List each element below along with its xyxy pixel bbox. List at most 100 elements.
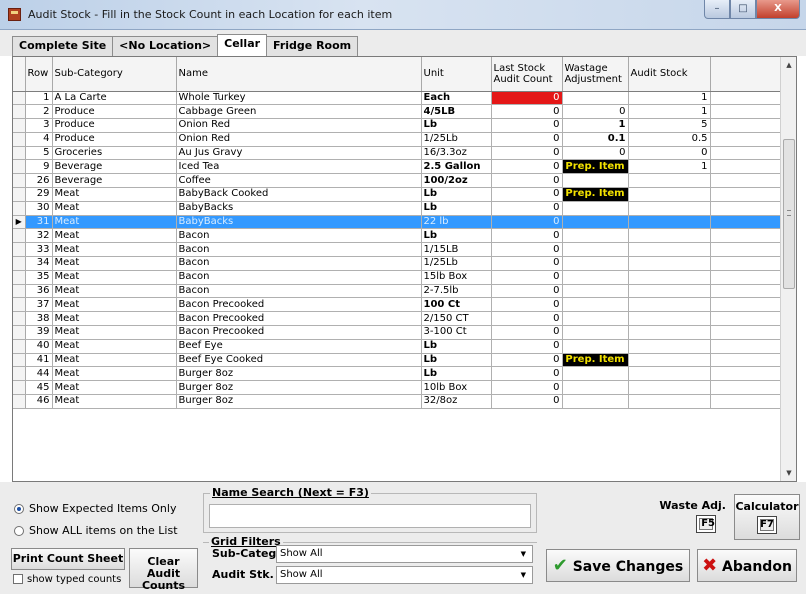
table-row[interactable]: 37 Meat Bacon Precooked 100 Ct 0: [13, 297, 781, 313]
cell-audit-stock[interactable]: [628, 242, 711, 258]
subcateg-select[interactable]: Show All ▼: [276, 545, 533, 563]
row-indicator[interactable]: [13, 394, 26, 409]
show-typed-counts-option[interactable]: show typed counts: [13, 574, 121, 585]
tab-fridge-room[interactable]: Fridge Room: [266, 36, 359, 56]
cell-audit-stock[interactable]: [628, 187, 711, 202]
row-indicator[interactable]: [13, 201, 26, 216]
table-row[interactable]: 36 Meat Bacon 2-7.5lb 0: [13, 284, 781, 299]
table-row[interactable]: 35 Meat Bacon 15lb Box 0: [13, 270, 781, 285]
cell-audit-stock[interactable]: [628, 270, 711, 285]
show-all-radio[interactable]: [14, 525, 24, 536]
cell-wastage[interactable]: [562, 256, 629, 271]
cell-wastage[interactable]: [562, 201, 629, 216]
row-indicator[interactable]: [13, 173, 26, 189]
print-count-sheet-button[interactable]: Print Count Sheet: [11, 548, 125, 570]
tab-complete-site[interactable]: Complete Site: [12, 36, 114, 56]
table-row[interactable]: 40 Meat Beef Eye Lb 0: [13, 339, 781, 354]
cell-wastage[interactable]: [562, 270, 629, 285]
cell-audit-stock[interactable]: 1: [628, 104, 711, 120]
column-header-last-stock[interactable]: Last Stock Audit Count: [491, 57, 563, 92]
cell-audit-stock[interactable]: [628, 173, 711, 189]
save-changes-button[interactable]: ✔ Save Changes: [546, 549, 690, 582]
table-row[interactable]: 29 Meat BabyBack Cooked Lb 0 Prep. Item: [13, 187, 781, 202]
cell-audit-stock[interactable]: [628, 394, 711, 409]
row-indicator[interactable]: ▶: [13, 215, 26, 230]
table-row[interactable]: 4 Produce Onion Red 1/25Lb 0 0.1 0.5: [13, 132, 781, 147]
cell-audit-stock[interactable]: [628, 366, 711, 382]
cell-audit-stock[interactable]: [628, 325, 711, 340]
row-indicator[interactable]: [13, 242, 26, 258]
cell-wastage[interactable]: [562, 284, 629, 299]
cell-wastage[interactable]: [562, 394, 629, 409]
cell-wastage[interactable]: [562, 311, 629, 327]
column-header-unit[interactable]: Unit: [421, 57, 492, 92]
column-header-subcategory[interactable]: Sub-Category: [52, 57, 177, 92]
cell-wastage[interactable]: 0: [562, 104, 629, 120]
row-indicator[interactable]: [13, 228, 26, 244]
stock-grid[interactable]: Row Sub-Category Name Unit Last Stock Au…: [12, 56, 797, 482]
scroll-thumb[interactable]: [783, 139, 795, 289]
cell-audit-stock[interactable]: 5: [628, 118, 711, 133]
calculator-button[interactable]: Calculator F7: [734, 494, 800, 540]
cell-wastage[interactable]: [562, 366, 629, 382]
row-indicator[interactable]: [13, 270, 26, 285]
close-button[interactable]: X: [756, 0, 800, 19]
minimize-button[interactable]: –: [704, 0, 730, 19]
cell-audit-stock[interactable]: [628, 339, 711, 354]
cell-wastage[interactable]: 0.1: [562, 132, 629, 147]
show-expected-radio[interactable]: [14, 503, 24, 514]
cell-wastage[interactable]: [562, 215, 629, 230]
cell-audit-stock[interactable]: [628, 353, 711, 368]
cell-audit-stock[interactable]: [628, 297, 711, 313]
row-indicator[interactable]: [13, 339, 26, 354]
clear-audit-counts-button[interactable]: Clear Audit Counts: [129, 548, 198, 592]
cell-wastage[interactable]: [562, 91, 629, 106]
cell-audit-stock[interactable]: [628, 228, 711, 244]
row-indicator[interactable]: [13, 118, 26, 133]
cell-wastage[interactable]: [562, 325, 629, 340]
table-row[interactable]: 34 Meat Bacon 1/25Lb 0: [13, 256, 781, 271]
row-indicator[interactable]: [13, 353, 26, 368]
table-row[interactable]: 45 Meat Burger 8oz 10lb Box 0: [13, 380, 781, 396]
vertical-scrollbar[interactable]: ▲ ▼: [780, 57, 796, 481]
row-indicator[interactable]: [13, 187, 26, 202]
table-row[interactable]: 9 Beverage Iced Tea 2.5 Gallon 0 Prep. Item 1: [13, 159, 781, 175]
row-indicator[interactable]: [13, 146, 26, 161]
table-row[interactable]: 38 Meat Bacon Precooked 2/150 CT 0: [13, 311, 781, 327]
column-header-audit-stock[interactable]: Audit Stock: [628, 57, 711, 92]
table-row[interactable]: 1A La Carte Whole Turkey Each 0 1: [13, 91, 781, 106]
table-row[interactable]: 5 Groceries Au Jus Gravy 16/3.3oz 0 0 0: [13, 146, 781, 161]
row-indicator[interactable]: [13, 159, 26, 175]
cell-audit-stock[interactable]: [628, 284, 711, 299]
cell-audit-stock[interactable]: [628, 215, 711, 230]
cell-wastage[interactable]: [562, 297, 629, 313]
cell-wastage[interactable]: [562, 339, 629, 354]
show-expected-option[interactable]: Show Expected Items Only: [14, 502, 176, 515]
cell-audit-stock[interactable]: 0.5: [628, 132, 711, 147]
row-indicator[interactable]: [13, 256, 26, 271]
cell-wastage[interactable]: 1: [562, 118, 629, 133]
row-indicator[interactable]: [13, 91, 26, 106]
tab-no-location[interactable]: <No Location>: [112, 36, 219, 56]
row-indicator[interactable]: [13, 297, 26, 313]
cell-wastage[interactable]: [562, 242, 629, 258]
waste-adj-button[interactable]: Waste Adj. F5: [654, 494, 730, 540]
tab-cellar[interactable]: Cellar: [217, 34, 268, 56]
name-search-input[interactable]: [209, 504, 531, 528]
table-row[interactable]: 44 Meat Burger 8oz Lb 0: [13, 366, 781, 382]
cell-audit-stock[interactable]: [628, 311, 711, 327]
column-header-wastage[interactable]: Wastage Adjustment: [562, 57, 629, 92]
table-row[interactable]: 46 Meat Burger 8oz 32/8oz 0: [13, 394, 781, 409]
row-indicator[interactable]: [13, 104, 26, 120]
cell-audit-stock[interactable]: [628, 201, 711, 216]
cell-wastage[interactable]: 0: [562, 146, 629, 161]
cell-audit-stock[interactable]: [628, 256, 711, 271]
table-row[interactable]: 2 Produce Cabbage Green 4/5LB 0 0 1: [13, 104, 781, 120]
cell-wastage[interactable]: [562, 173, 629, 189]
row-indicator[interactable]: [13, 132, 26, 147]
table-row[interactable]: 26 Beverage Coffee 100/2oz 0: [13, 173, 781, 189]
table-row[interactable]: 39 Meat Bacon Precooked 3-100 Ct 0: [13, 325, 781, 340]
scroll-down-icon[interactable]: ▼: [781, 465, 796, 481]
table-row[interactable]: 33 Meat Bacon 1/15LB 0: [13, 242, 781, 258]
column-header-row[interactable]: Row: [25, 57, 53, 92]
